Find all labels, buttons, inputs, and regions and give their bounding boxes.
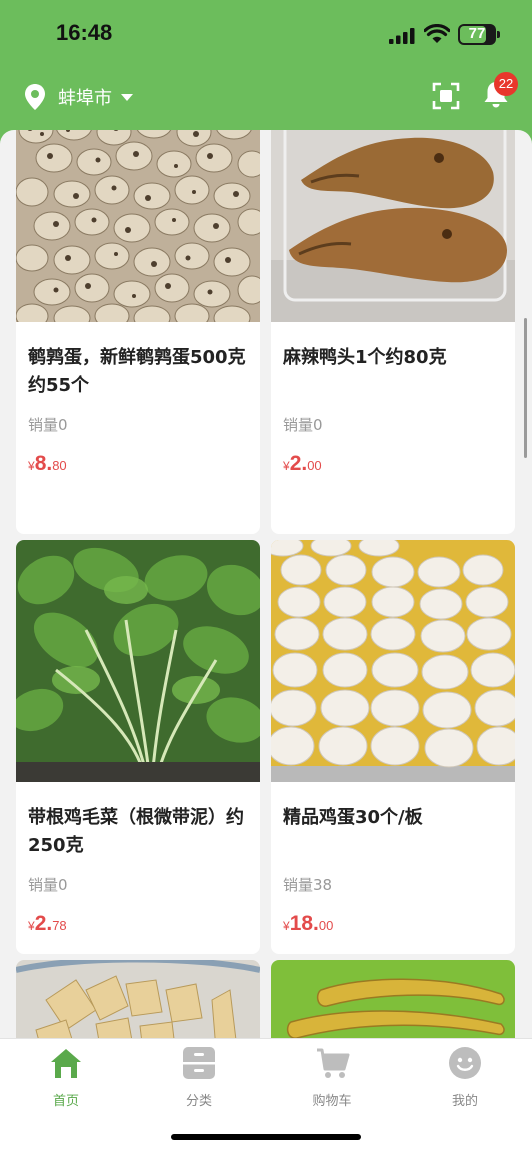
header: 16:48 77 蚌埠市 22 bbox=[0, 0, 532, 150]
product-card[interactable]: 麻辣鸭头1个约80克 销量0 ¥2.00 bbox=[271, 130, 515, 534]
duck-head-image bbox=[271, 130, 515, 322]
tab-label: 我的 bbox=[451, 1094, 478, 1109]
signal-icon bbox=[389, 28, 415, 44]
product-name: 精品鸡蛋30个/板 bbox=[283, 807, 423, 828]
cart-icon bbox=[317, 1048, 350, 1078]
home-indicator bbox=[171, 1134, 361, 1140]
product-sales: 销量0 bbox=[28, 416, 68, 434]
caret-down-icon bbox=[121, 93, 133, 101]
city-name: 蚌埠市 bbox=[58, 88, 112, 109]
product-price: ¥2.78 bbox=[28, 912, 67, 935]
wifi-icon bbox=[424, 24, 450, 43]
product-price: ¥2.00 bbox=[283, 452, 322, 475]
bananas-image bbox=[271, 960, 515, 1038]
location-icon bbox=[25, 84, 45, 110]
tab-category[interactable]: 分类 bbox=[149, 1047, 249, 1109]
product-grid: 鹌鹑蛋，新鲜鹌鹑蛋500克约55个 销量0 ¥8.80 麻辣鸭头1个约80克 销… bbox=[0, 130, 532, 1038]
battery-nub bbox=[497, 31, 500, 38]
quail-eggs-image bbox=[16, 130, 260, 322]
product-price: ¥18.00 bbox=[283, 912, 334, 935]
product-sales: 销量38 bbox=[283, 876, 333, 894]
tab-label: 首页 bbox=[52, 1094, 79, 1109]
tab-home[interactable]: 首页 bbox=[16, 1047, 116, 1109]
tab-profile[interactable]: 我的 bbox=[415, 1047, 515, 1109]
product-card[interactable]: 鹌鹑蛋，新鲜鹌鹑蛋500克约55个 销量0 ¥8.80 bbox=[16, 130, 260, 534]
eggs-tray-image bbox=[271, 540, 515, 782]
profile-icon bbox=[449, 1047, 481, 1079]
category-icon bbox=[183, 1047, 215, 1079]
product-card[interactable]: 精品鸡蛋30个/板 销量38 ¥18.00 bbox=[271, 540, 515, 954]
status-time: 16:48 bbox=[56, 20, 113, 45]
tab-cart[interactable]: 购物车 bbox=[282, 1047, 382, 1109]
scan-icon[interactable] bbox=[432, 82, 460, 110]
product-card[interactable]: 带根鸡毛菜（根微带泥）约250克 销量0 ¥2.78 bbox=[16, 540, 260, 954]
product-name: 带根鸡毛菜（根微带泥）约250克 bbox=[28, 807, 244, 856]
tab-label: 分类 bbox=[185, 1094, 212, 1109]
product-sales: 销量0 bbox=[283, 416, 323, 434]
greens-image bbox=[16, 540, 260, 782]
home-icon bbox=[51, 1049, 81, 1078]
battery-indicator: 77 bbox=[458, 24, 496, 45]
product-price: ¥8.80 bbox=[28, 452, 67, 475]
product-card[interactable] bbox=[16, 960, 260, 1038]
product-name: 鹌鹑蛋，新鲜鹌鹑蛋500克约55个 bbox=[28, 347, 246, 396]
product-sales: 销量0 bbox=[28, 876, 68, 894]
scrollbar[interactable] bbox=[524, 318, 527, 458]
notification-badge: 22 bbox=[494, 72, 518, 96]
product-card[interactable] bbox=[271, 960, 515, 1038]
tofu-skin-image bbox=[16, 960, 260, 1038]
location-selector[interactable]: 蚌埠市 bbox=[24, 82, 134, 112]
product-name: 麻辣鸭头1个约80克 bbox=[283, 347, 447, 368]
battery-percent: 77 bbox=[468, 25, 486, 42]
tab-label: 购物车 bbox=[312, 1094, 352, 1109]
